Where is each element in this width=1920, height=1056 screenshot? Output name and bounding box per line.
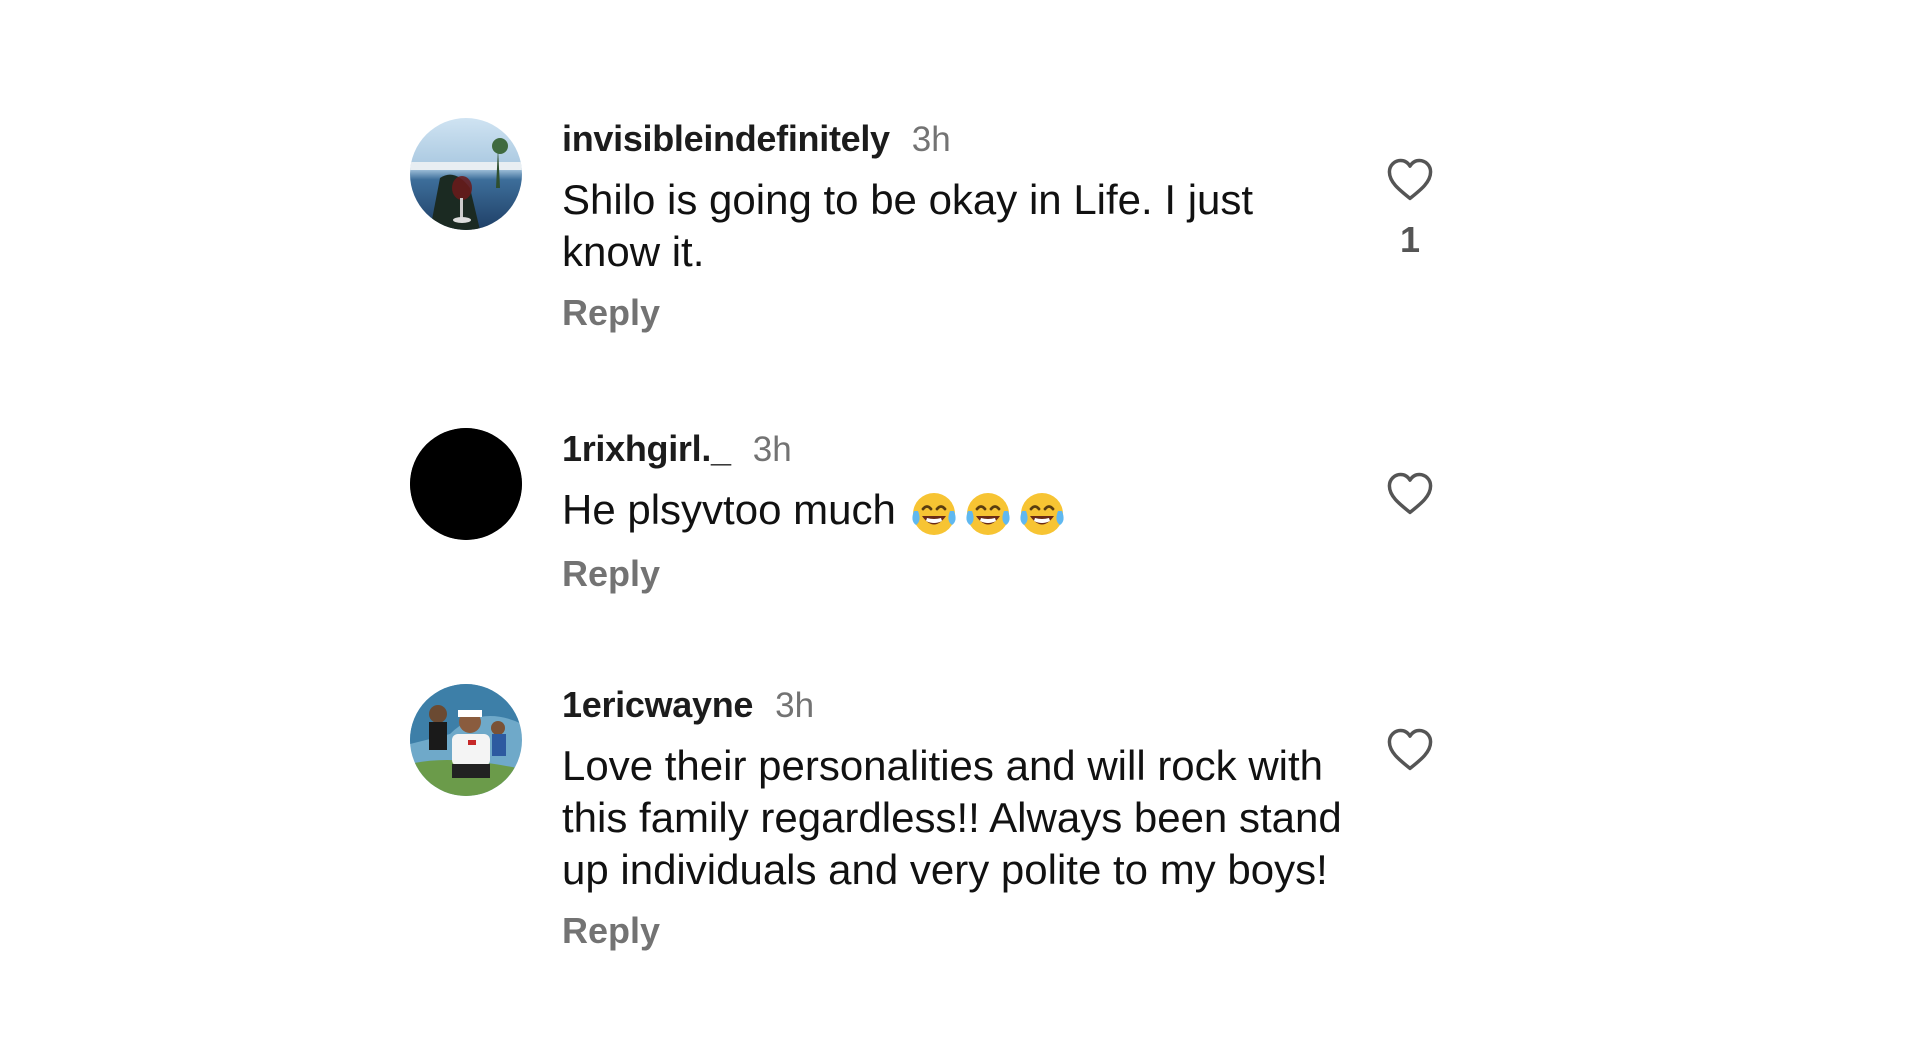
photo-avatar-icon <box>410 118 522 230</box>
comment-body: 1ericwayne 3h Love their personalities a… <box>562 684 1342 952</box>
reply-button[interactable]: Reply <box>562 553 660 595</box>
face-with-tears-of-joy-icon <box>1020 492 1064 535</box>
face-with-tears-of-joy-icon <box>966 492 1010 535</box>
avatar[interactable] <box>410 118 522 230</box>
username-link[interactable]: 1rixhgirl._ <box>562 428 731 470</box>
comment-text-content: He plsyvtoo much <box>562 486 896 533</box>
username-link[interactable]: 1ericwayne <box>562 684 753 726</box>
comment-body: invisibleindefinitely 3h Shilo is going … <box>562 118 1342 334</box>
reply-button[interactable]: Reply <box>562 292 660 334</box>
heart-icon[interactable] <box>1384 724 1436 776</box>
avatar[interactable] <box>410 428 522 540</box>
comment-header: 1rixhgirl._ 3h <box>562 428 1342 478</box>
comment-body: 1rixhgirl._ 3h He plsyvtoo much Reply <box>562 428 1342 595</box>
photo-avatar-icon <box>410 684 522 796</box>
black-circle-avatar-icon <box>410 428 522 540</box>
username-link[interactable]: invisibleindefinitely <box>562 118 890 160</box>
comment-header: invisibleindefinitely 3h <box>562 118 1342 168</box>
comment-text: Love their personalities and will rock w… <box>562 742 1342 893</box>
comment-text: He plsyvtoo much <box>562 484 1342 539</box>
face-with-tears-of-joy-icon <box>912 492 956 535</box>
like-count: 1 <box>1399 219 1421 260</box>
like-section <box>1370 468 1450 525</box>
emoji-group <box>908 487 1068 539</box>
comment-text: Shilo is going to be okay in Life. I jus… <box>562 176 1254 275</box>
avatar[interactable] <box>410 684 522 796</box>
like-section <box>1370 724 1450 781</box>
like-section: 1 <box>1370 154 1450 261</box>
comment-timestamp: 3h <box>752 430 792 469</box>
comment-timestamp: 3h <box>911 120 951 159</box>
heart-icon[interactable] <box>1384 468 1436 520</box>
comment-timestamp: 3h <box>775 686 815 725</box>
comment-header: 1ericwayne 3h <box>562 684 1342 734</box>
reply-button[interactable]: Reply <box>562 910 660 952</box>
heart-icon[interactable] <box>1384 154 1436 206</box>
